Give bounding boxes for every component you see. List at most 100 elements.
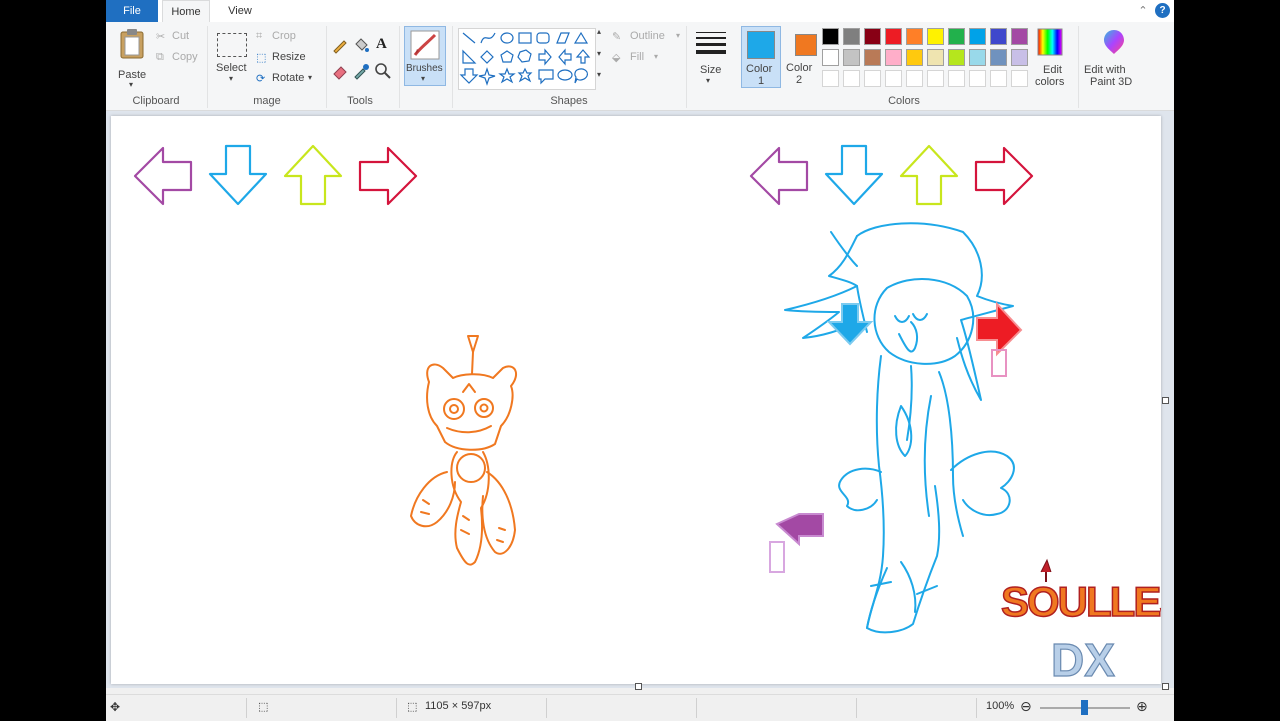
fill-button[interactable]: ⬙ Fill ▾ — [612, 51, 662, 67]
color2-swatch — [795, 34, 817, 56]
eraser-icon[interactable] — [331, 62, 349, 80]
palette-color-swatch[interactable] — [843, 28, 860, 45]
separator — [396, 698, 397, 718]
fill-label: Fill — [630, 51, 645, 63]
shapes-expand-icon[interactable]: ▾ — [597, 70, 601, 79]
palette-custom-swatch[interactable] — [906, 70, 923, 87]
select-dropdown-icon[interactable]: ▾ — [229, 74, 233, 83]
red-note-trail — [991, 349, 1007, 377]
palette-color-swatch[interactable] — [906, 28, 923, 45]
palette-color-swatch[interactable] — [948, 49, 965, 66]
edit-colors-button[interactable]: Edit colors — [1030, 28, 1070, 90]
palette-color-swatch[interactable] — [843, 49, 860, 66]
palette-color-swatch[interactable] — [1011, 49, 1028, 66]
canvas-resize-handle-corner[interactable] — [1162, 683, 1169, 690]
rotate-icon: ⟳ — [256, 73, 266, 85]
select-icon — [217, 33, 247, 57]
help-icon[interactable]: ? — [1155, 3, 1170, 18]
color1-swatch — [747, 31, 775, 59]
colors-group-label: Colors — [888, 95, 920, 107]
palette-color-swatch[interactable] — [990, 28, 1007, 45]
paint3d-label-line1: Edit with — [1084, 64, 1126, 76]
color-picker-icon[interactable] — [352, 62, 370, 80]
palette-color-swatch[interactable] — [927, 28, 944, 45]
image-size-icon: ⬚ — [407, 701, 418, 713]
tab-view[interactable]: View — [214, 0, 266, 22]
palette-custom-swatch[interactable] — [990, 70, 1007, 87]
color1-button[interactable]: Color 1 — [741, 26, 781, 88]
brushes-dropdown-icon[interactable]: ▾ — [421, 74, 425, 83]
shapes-scroll-up-icon[interactable]: ▴ — [597, 27, 601, 36]
brushes-button[interactable]: Brushes ▾ — [404, 26, 446, 86]
palette-color-swatch[interactable] — [927, 49, 944, 66]
crop-icon: ⌗ — [256, 30, 263, 42]
palette-custom-swatch[interactable] — [948, 70, 965, 87]
canvas-area: SOULLES DX — [106, 111, 1189, 690]
drawing: SOULLES DX — [133, 144, 1189, 687]
fill-bucket-icon[interactable] — [352, 36, 370, 54]
cut-button[interactable]: ✂ Cut — [156, 30, 206, 46]
drawing-canvas[interactable]: SOULLES DX — [111, 116, 1189, 687]
palette-custom-swatch[interactable] — [885, 70, 902, 87]
rotate-button[interactable]: ⟳ Rotate ▾ — [256, 72, 316, 88]
fill-icon: ⬙ — [612, 52, 621, 64]
palette-color-swatch[interactable] — [864, 49, 881, 66]
palette-color-swatch[interactable] — [822, 49, 839, 66]
palette-custom-swatch[interactable] — [1011, 70, 1028, 87]
separator — [856, 698, 857, 718]
collapse-ribbon-icon[interactable]: ⌃ — [1136, 4, 1150, 18]
outline-dropdown-icon: ▾ — [676, 31, 681, 40]
palette-color-swatch[interactable] — [885, 28, 902, 45]
text-tool-icon[interactable]: A — [376, 36, 387, 53]
tab-home[interactable]: Home — [162, 0, 210, 22]
rotate-dropdown-icon[interactable]: ▾ — [308, 73, 312, 82]
size-line-medium — [696, 37, 726, 39]
palette-color-swatch[interactable] — [969, 49, 986, 66]
palette-custom-swatch[interactable] — [969, 70, 986, 87]
palette-color-swatch[interactable] — [864, 28, 881, 45]
separator — [399, 26, 400, 108]
edit-colors-label-line2: colors — [1035, 76, 1065, 88]
scissors-icon: ✂ — [156, 31, 166, 43]
paste-dropdown-icon[interactable]: ▾ — [129, 80, 133, 89]
palette-color-swatch[interactable] — [906, 49, 923, 66]
canvas-resize-handle-right[interactable] — [1162, 397, 1169, 404]
zoom-out-icon[interactable]: ⊖ — [1020, 698, 1032, 715]
palette-color-swatch[interactable] — [948, 28, 965, 45]
resize-button[interactable]: ⬚ Resize — [256, 51, 311, 67]
palette-custom-swatch[interactable] — [822, 70, 839, 87]
shapes-gallery[interactable] — [458, 28, 596, 90]
soulles-logo: SOULLES DX — [1000, 558, 1189, 687]
palette-color-swatch[interactable] — [885, 49, 902, 66]
rotate-label: Rotate — [272, 72, 305, 84]
zoom-in-icon[interactable]: ⊕ — [1136, 698, 1148, 715]
color2-button[interactable]: Color 2 — [786, 26, 826, 88]
zoom-slider-thumb[interactable] — [1081, 700, 1088, 715]
separator — [696, 698, 697, 718]
red-note-arrow-icon — [976, 301, 1023, 357]
palette-color-swatch[interactable] — [990, 49, 1007, 66]
palette-color-swatch[interactable] — [1011, 28, 1028, 45]
tab-file[interactable]: File — [106, 0, 158, 22]
palette-color-swatch[interactable] — [969, 28, 986, 45]
separator — [246, 698, 247, 718]
palette-custom-swatch[interactable] — [843, 70, 860, 87]
copy-button[interactable]: ⧉ Copy — [156, 51, 211, 67]
brush-icon — [410, 30, 440, 60]
outline-button[interactable]: ✎ Outline ▾ — [612, 30, 682, 46]
canvas-resize-handle-bottom[interactable] — [635, 683, 642, 690]
purple-note-arrow-icon — [775, 513, 824, 547]
size-button[interactable]: Size ▾ — [692, 28, 728, 88]
palette-custom-swatch[interactable] — [927, 70, 944, 87]
magnifier-icon[interactable] — [374, 62, 392, 80]
shapes-scroll-down-icon[interactable]: ▾ — [597, 49, 601, 58]
select-button[interactable]: Select ▾ — [214, 28, 250, 86]
opponent-down-arrow-icon — [208, 144, 268, 206]
palette-custom-swatch[interactable] — [864, 70, 881, 87]
pencil-icon[interactable] — [331, 36, 349, 54]
select-label: Select — [216, 62, 247, 74]
crop-button[interactable]: ⌗ Crop — [256, 30, 306, 46]
palette-color-swatch[interactable] — [822, 28, 839, 45]
image-group-label: mage — [253, 95, 281, 107]
edit-with-paint3d-button[interactable]: Edit with Paint 3D — [1082, 28, 1146, 90]
